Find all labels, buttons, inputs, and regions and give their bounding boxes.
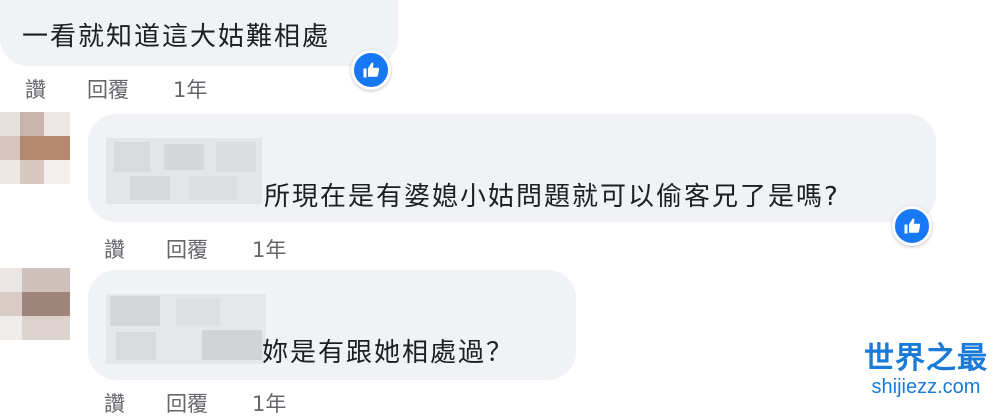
thumbs-up-icon — [904, 218, 921, 234]
like-link[interactable]: 讚 — [104, 234, 125, 264]
blurred-author-name — [106, 138, 262, 204]
comment-bubble-1: 一看就知道這大姑難相處 — [0, 0, 398, 66]
like-reaction-badge[interactable] — [892, 206, 932, 246]
comment-text: 妳是有跟她相處過？ — [262, 338, 515, 368]
timestamp[interactable]: 1年 — [252, 388, 286, 418]
timestamp[interactable]: 1年 — [173, 74, 207, 104]
avatar[interactable] — [0, 268, 70, 340]
comment-bubble-3: 妳是有跟她相處過？ — [88, 270, 576, 380]
timestamp[interactable]: 1年 — [252, 234, 286, 264]
watermark-title: 世界之最 — [864, 341, 988, 376]
reply-link[interactable]: 回覆 — [166, 388, 208, 418]
watermark-url: shijiezz.com — [871, 376, 981, 398]
reply-link[interactable]: 回覆 — [87, 74, 129, 104]
blurred-author-name — [106, 294, 266, 364]
reply-link[interactable]: 回覆 — [166, 234, 208, 264]
like-link[interactable]: 讚 — [25, 74, 46, 104]
comment-text: 一看就知道這大姑難相處 — [22, 22, 331, 52]
thumbs-up-icon — [363, 62, 380, 78]
like-link[interactable]: 讚 — [104, 388, 125, 418]
avatar[interactable] — [0, 112, 70, 184]
like-reaction-badge[interactable] — [351, 50, 391, 90]
comment-bubble-2: 所現在是有婆媳小姑問題就可以偷客兄了是嗎? — [88, 114, 936, 222]
site-watermark: 世界之最 shijiezz.com — [864, 341, 988, 399]
comment-text: 所現在是有婆媳小姑問題就可以偷客兄了是嗎? — [264, 182, 840, 212]
